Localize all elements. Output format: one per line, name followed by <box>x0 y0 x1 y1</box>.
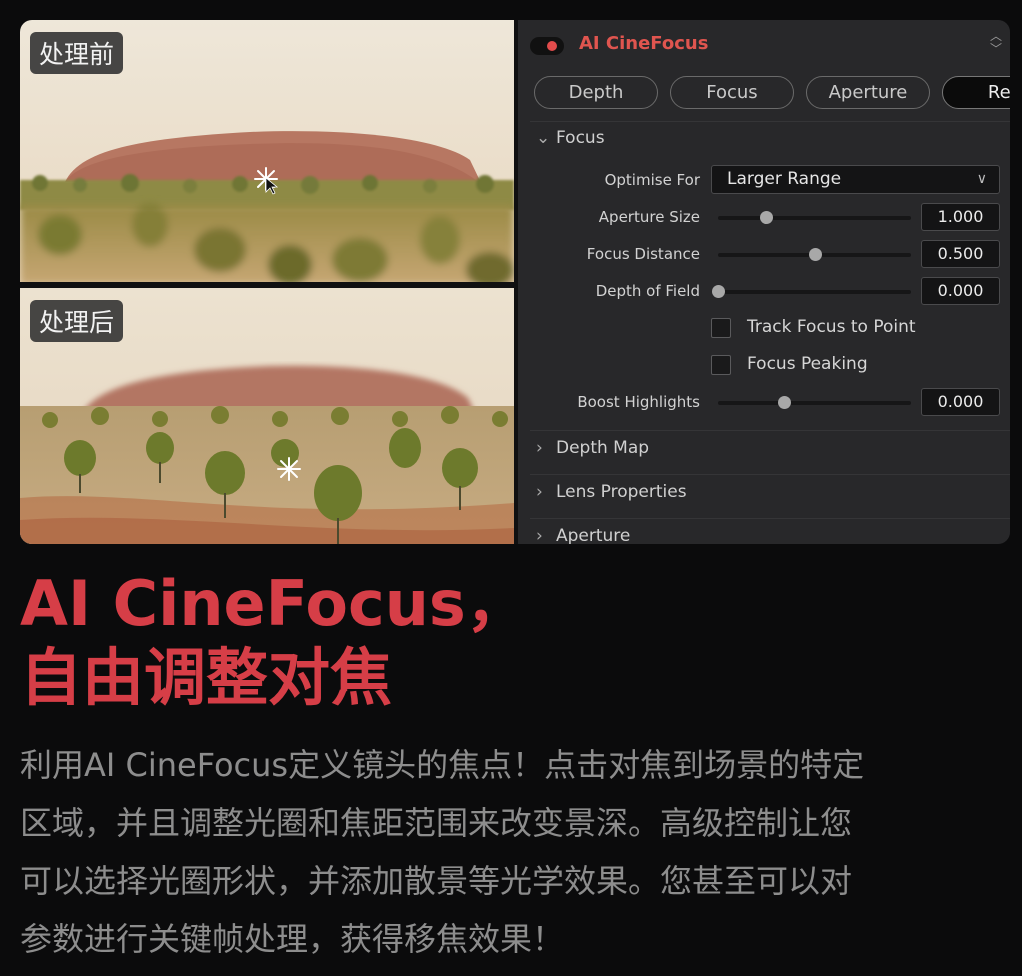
headline-line2: 自由调整对焦 <box>20 641 393 714</box>
focus-distance-label: Focus Distance <box>586 245 700 263</box>
tab-aperture[interactable]: Aperture <box>806 76 930 109</box>
description-line: 参数进行关键帧处理，获得移焦效果！ <box>20 920 565 958</box>
description-line: 区域，并且调整光圈和焦距范围来改变景深。高级控制让您 <box>20 804 853 842</box>
chevron-right-icon: › <box>536 526 543 544</box>
section-focus-header[interactable]: ⌄ Focus <box>536 128 605 148</box>
chevron-right-icon: › <box>536 438 543 458</box>
slider-thumb[interactable] <box>760 211 774 224</box>
optimise-for-value: Larger Range <box>727 169 842 189</box>
slider-thumb[interactable] <box>712 285 725 298</box>
chevron-down-icon: ⌄ <box>536 128 551 148</box>
before-label: 处理前 <box>30 32 124 74</box>
depth-of-field-value[interactable]: 0.000 <box>921 277 1000 305</box>
focus-peaking-checkbox[interactable] <box>711 355 731 375</box>
track-focus-label: Track Focus to Point <box>747 317 916 337</box>
after-label: 处理后 <box>30 300 124 342</box>
tab-res[interactable]: Res <box>942 76 1010 109</box>
description-text: 利用AI CineFocus定义镜头的焦点！点击对焦到场景的特定 区域，并且调整… <box>20 736 980 968</box>
section-aperture-title: Aperture <box>556 526 631 544</box>
slider-thumb[interactable] <box>777 396 791 409</box>
boost-highlights-slider[interactable] <box>718 396 911 409</box>
focus-point-icon-after <box>277 457 301 481</box>
track-focus-checkbox[interactable] <box>711 318 731 338</box>
optimise-for-dropdown[interactable]: Larger Range ∨ <box>711 165 1000 194</box>
description-line: 可以选择光圈形状，并添加散景等光学效果。您甚至可以对 <box>20 862 853 900</box>
aperture-size-value[interactable]: 1.000 <box>921 203 1000 231</box>
divider <box>530 518 1010 519</box>
section-depth-map-header[interactable]: › Depth Map <box>536 438 649 458</box>
boost-highlights-value[interactable]: 0.000 <box>921 388 1000 416</box>
focus-distance-slider[interactable] <box>718 248 911 261</box>
tab-bar: Depth Focus Aperture Res <box>534 76 1010 109</box>
tab-focus[interactable]: Focus <box>670 76 794 109</box>
plugin-title: AI CineFocus <box>579 33 709 54</box>
section-depth-map-title: Depth Map <box>556 438 650 458</box>
section-lens-properties-title: Lens Properties <box>556 482 687 502</box>
chevron-right-icon: › <box>536 482 543 502</box>
after-image: 处理后 <box>20 288 514 544</box>
depth-of-field-slider[interactable] <box>712 285 911 298</box>
depth-of-field-label: Depth of Field <box>595 282 700 300</box>
section-aperture-header[interactable]: › Aperture <box>536 526 630 544</box>
aperture-size-label: Aperture Size <box>598 208 700 226</box>
comparison-card: 处理前 处理后 AI CineFocus ︿ ﹀ Depth Focus Ape… <box>20 20 1010 544</box>
section-focus-title: Focus <box>556 128 605 148</box>
tab-depth[interactable]: Depth <box>534 76 658 109</box>
focus-peaking-label: Focus Peaking <box>747 354 868 374</box>
focus-distance-value[interactable]: 0.500 <box>921 240 1000 268</box>
optimise-for-label: Optimise For <box>604 171 700 189</box>
divider <box>530 430 1010 431</box>
boost-highlights-label: Boost Highlights <box>577 393 700 411</box>
toggle-switch-icon[interactable] <box>530 37 564 55</box>
slider-thumb[interactable] <box>808 248 822 261</box>
section-lens-properties-header[interactable]: › Lens Properties <box>536 482 687 502</box>
cinefocus-settings-panel: AI CineFocus ︿﹀ DepthFocusApertureRes ⌄F… <box>518 20 1010 544</box>
chevron-down-icon: ∨ <box>976 171 987 187</box>
before-image: 处理前 <box>20 20 514 282</box>
up-down-chevron-icon[interactable]: ︿ ﹀ <box>990 30 1002 56</box>
description-line: 利用AI CineFocus定义镜头的焦点！点击对焦到场景的特定 <box>20 746 865 784</box>
divider <box>530 121 1010 122</box>
aperture-size-slider[interactable] <box>718 211 911 224</box>
headline-line1: AI CineFocus， <box>20 567 528 640</box>
divider <box>530 474 1010 475</box>
